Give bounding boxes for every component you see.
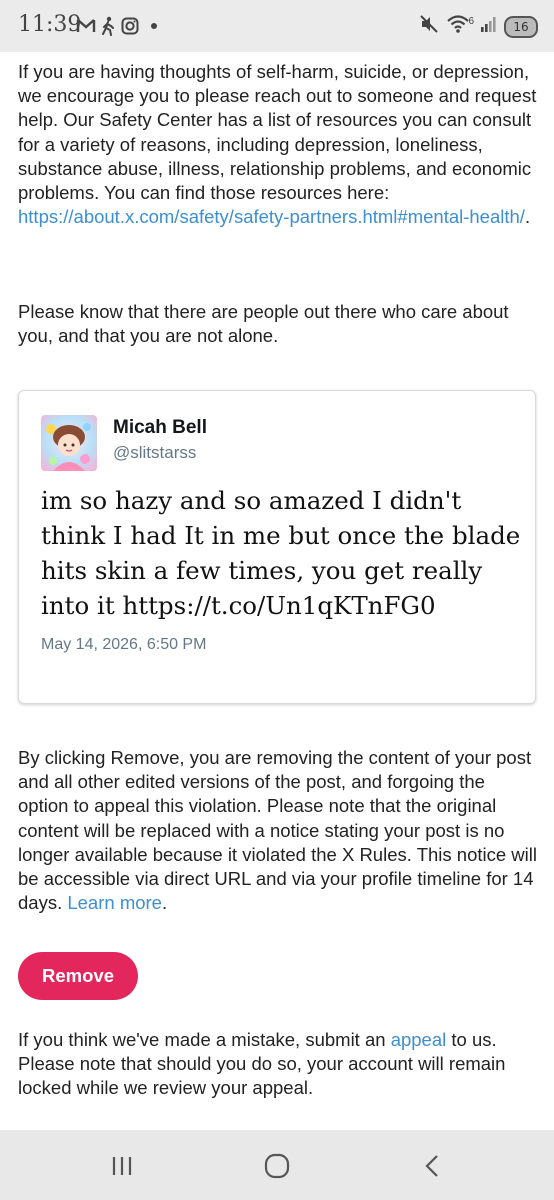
instagram-icon: [121, 14, 139, 38]
tweet-date[interactable]: May 14, 2026, 6:50 PM: [41, 636, 206, 654]
status-time: 11:39: [18, 12, 82, 37]
safety-partners-link[interactable]: https://about.x.com/safety/safety-partne…: [18, 206, 525, 227]
battery-icon: 16: [504, 15, 538, 38]
mute-icon: [418, 13, 440, 40]
tweet-card[interactable]: Micah Bell @slitstarss im so hazy and so…: [18, 390, 536, 704]
navigation-bar: [0, 1130, 554, 1200]
reassurance-paragraph: Please know that there are people out th…: [18, 301, 509, 347]
appeal-paragraph: If you think we've made a mistake, submi…: [18, 1028, 540, 1101]
wifi-icon: [446, 14, 470, 39]
tweet-text: im so hazy and so amazed I didn't think …: [41, 486, 521, 620]
home-icon[interactable]: [257, 1150, 297, 1182]
gmail-icon: [76, 14, 96, 38]
remove-notice-paragraph: By clicking Remove, you are removing the…: [18, 746, 540, 915]
tweet-author-name[interactable]: Micah Bell: [113, 417, 207, 439]
walking-icon: [100, 14, 116, 38]
appeal-link[interactable]: appeal: [391, 1029, 447, 1050]
avatar[interactable]: [41, 415, 97, 471]
remove-notice-text: By clicking Remove, you are removing the…: [18, 747, 537, 914]
content-area[interactable]: If you are having thoughts of self-harm,…: [0, 52, 554, 1130]
intro-text: If you are having thoughts of self-harm,…: [18, 61, 537, 204]
remove-button[interactable]: Remove: [18, 952, 138, 1000]
recent-apps-icon[interactable]: [102, 1150, 142, 1182]
intro-link-suffix: .: [524, 206, 531, 228]
status-bar: 11:39 6 16: [0, 0, 554, 52]
tweet-author-handle[interactable]: @slitstarss: [113, 443, 196, 463]
signal-icon: [480, 15, 498, 38]
learn-more-link[interactable]: Learn more: [67, 892, 162, 913]
dot-icon: [149, 14, 159, 38]
remove-notice-suffix: .: [161, 892, 168, 914]
appeal-prefix: If you think we've made a mistake, submi…: [18, 1029, 391, 1050]
intro-paragraph: If you are having thoughts of self-harm,…: [18, 60, 540, 229]
system-icons: 6 16: [418, 13, 538, 40]
back-icon[interactable]: [412, 1150, 452, 1182]
